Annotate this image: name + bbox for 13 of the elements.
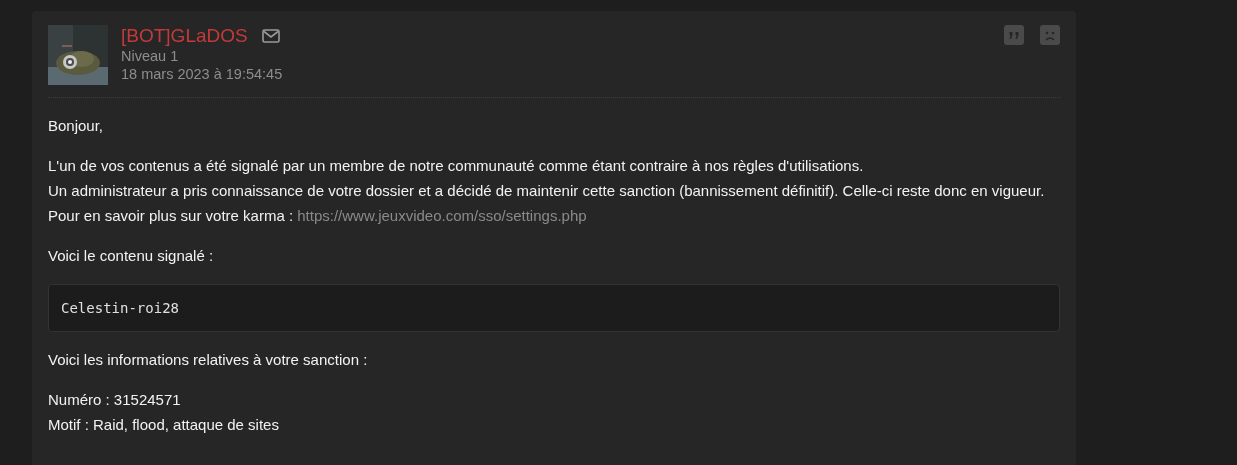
message-paragraph: Voici le contenu signalé :: [48, 246, 215, 266]
author-level: Niveau 1: [121, 47, 180, 65]
message-paragraph: L'un de vos contenus a été signalé par un membre de notre communauté comme étant contraire à nos règles d'utilisations. Un administrateur a pris connaissance de votre dossier et a décidé de maintenir cette sanction (bannissement définitif). Celle-ci reste donc en vigueur. Pour en savoir plus sur votre karma : https://www.jeuxvideo.com/sso/settings.php: [48, 156, 1046, 226]
sad-face-icon[interactable]: [1040, 25, 1060, 45]
message-paragraph: Voici les informations relatives à votre sanction :: [48, 350, 369, 370]
author-name[interactable]: [BOT]GLaDOS: [121, 25, 248, 47]
settings-link[interactable]: https://www.jeuxvideo.com/sso/settings.php: [297, 207, 587, 224]
message-date: 18 mars 2023 à 19:54:45: [121, 65, 284, 83]
message-paragraph: Bonjour,: [48, 116, 105, 136]
message-paragraph: Numéro : 31524571 Motif : Raid, flood, attaque de sites: [48, 390, 280, 435]
code-block: Celestin-roi28: [48, 284, 1060, 332]
quote-icon[interactable]: [1004, 25, 1024, 45]
mail-icon[interactable]: [261, 29, 280, 43]
